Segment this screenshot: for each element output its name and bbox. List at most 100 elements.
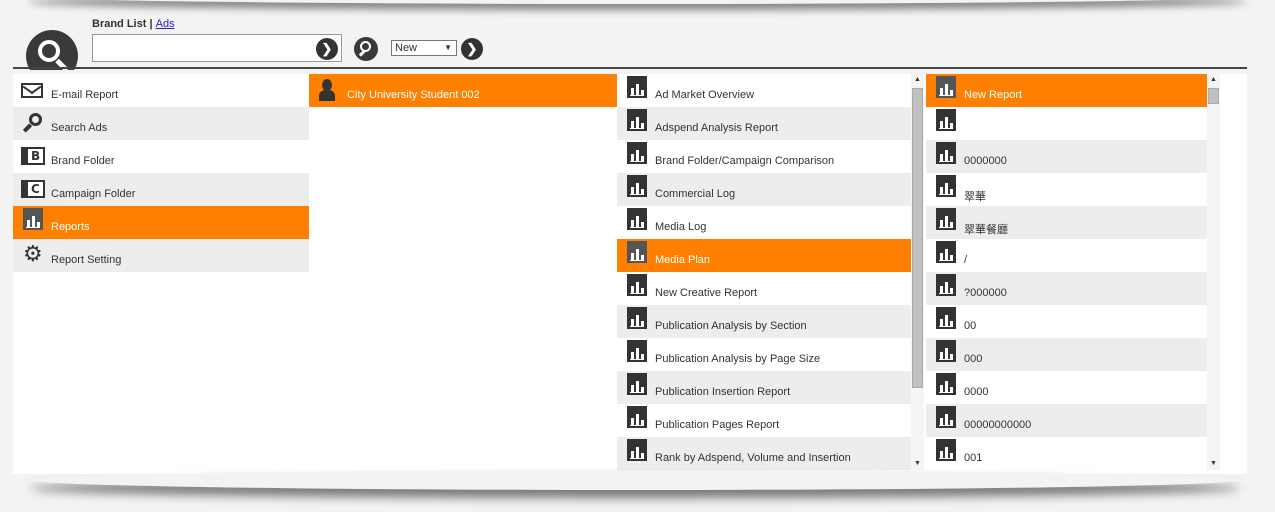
report-icon xyxy=(627,373,647,395)
link-separator: | xyxy=(149,18,153,30)
menu-item-label: E-mail Report xyxy=(51,89,119,101)
report-type-label: Rank by Adspend, Volume and Insertion xyxy=(655,452,851,464)
saved-report-item[interactable]: 翠華 xyxy=(926,173,1207,206)
saved-report-label: ?000000 xyxy=(964,287,1007,299)
report-type-item-selected[interactable]: Media Plan xyxy=(617,239,911,272)
scroll-thumb[interactable] xyxy=(1208,88,1219,104)
report-type-scrollbar[interactable]: ▲ ▼ xyxy=(911,74,924,470)
saved-report-item[interactable]: 00 xyxy=(926,305,1207,338)
report-icon xyxy=(936,373,956,395)
report-type-label: Media Plan xyxy=(655,254,711,266)
menu-item-brand-folder[interactable]: B Brand Folder xyxy=(13,140,309,173)
search-input[interactable] xyxy=(92,34,342,62)
saved-report-label: / xyxy=(964,254,968,266)
select-value: New xyxy=(395,42,418,54)
report-icon xyxy=(936,241,956,263)
dropdown-arrow-icon: ▼ xyxy=(444,43,452,52)
report-type-item[interactable]: Publication Analysis by Page Size xyxy=(617,338,911,371)
saved-report-item[interactable]: 0000 xyxy=(926,371,1207,404)
user-list: City University Student 002 xyxy=(309,74,617,107)
magnifier-icon xyxy=(22,113,43,133)
menu-item-report-setting[interactable]: ⚙ Report Setting xyxy=(13,239,309,272)
saved-report-item-selected[interactable]: New Report xyxy=(926,74,1207,107)
saved-report-list: New Report 0000000 翠華 翠華餐廳 / ?000000 00 … xyxy=(926,74,1207,470)
envelope-icon xyxy=(21,83,43,98)
report-type-label: Ad Market Overview xyxy=(655,89,755,101)
saved-report-label: 001 xyxy=(964,452,983,464)
scroll-up-icon[interactable]: ▲ xyxy=(1207,74,1220,86)
report-type-item[interactable]: Commercial Log xyxy=(617,173,911,206)
report-icon xyxy=(23,208,43,230)
report-icon xyxy=(936,340,956,362)
saved-report-scrollbar[interactable]: ▲ ▼ xyxy=(1207,74,1220,470)
saved-report-label: New Report xyxy=(964,89,1023,101)
report-type-item[interactable]: Publication Pages Report xyxy=(617,404,911,437)
brand-ads-links: Brand List | Ads xyxy=(92,18,175,30)
report-type-label: Brand Folder/Campaign Comparison xyxy=(655,155,835,167)
scroll-thumb[interactable] xyxy=(912,88,923,388)
report-icon xyxy=(627,142,647,164)
saved-report-item[interactable]: 0000000 xyxy=(926,140,1207,173)
report-type-list: Ad Market Overview Adspend Analysis Repo… xyxy=(617,74,911,470)
report-type-label: Publication Pages Report xyxy=(655,419,780,431)
menu-item-search-ads[interactable]: Search Ads xyxy=(13,107,309,140)
menu-item-label: Campaign Folder xyxy=(51,188,136,200)
report-type-item[interactable]: Rank by Adspend, Volume and Insertion xyxy=(617,437,911,470)
saved-report-item[interactable]: 翠華餐廳 xyxy=(926,206,1207,239)
report-icon xyxy=(627,241,647,263)
campaign-folder-icon: C xyxy=(21,180,45,198)
report-type-item[interactable]: Publication Analysis by Section xyxy=(617,305,911,338)
report-type-select[interactable]: New ▼ xyxy=(391,40,457,56)
report-icon xyxy=(627,439,647,461)
report-icon xyxy=(627,109,647,131)
brand-list-label[interactable]: Brand List xyxy=(92,18,146,30)
header-divider xyxy=(13,67,1247,69)
report-type-label: Publication Insertion Report xyxy=(655,386,791,398)
brand-folder-icon: B xyxy=(21,147,45,165)
menu-item-campaign-folder[interactable]: C Campaign Folder xyxy=(13,173,309,206)
saved-report-label: 00 xyxy=(964,320,977,332)
select-go-button[interactable]: ❯ xyxy=(461,38,483,60)
report-type-item[interactable]: Brand Folder/Campaign Comparison xyxy=(617,140,911,173)
report-type-item[interactable]: Publication Insertion Report xyxy=(617,371,911,404)
report-icon xyxy=(627,175,647,197)
saved-report-item[interactable]: 001 xyxy=(926,437,1207,470)
menu-item-label: Brand Folder xyxy=(51,155,115,167)
report-icon xyxy=(627,307,647,329)
report-icon xyxy=(936,175,956,197)
search-go-button[interactable]: ❯ xyxy=(316,38,338,60)
report-icon xyxy=(627,406,647,428)
report-type-item[interactable]: Media Log xyxy=(617,206,911,239)
report-type-label: Publication Analysis by Section xyxy=(655,320,807,332)
saved-report-item[interactable]: / xyxy=(926,239,1207,272)
report-icon xyxy=(936,274,956,296)
saved-report-label: 翠華餐廳 xyxy=(964,224,1008,236)
menu-item-email-report[interactable]: E-mail Report xyxy=(13,74,309,107)
menu-item-label: Search Ads xyxy=(51,122,108,134)
report-icon xyxy=(936,76,956,98)
scroll-down-icon[interactable]: ▼ xyxy=(911,458,924,470)
scroll-up-icon[interactable]: ▲ xyxy=(911,74,924,86)
ads-link[interactable]: Ads xyxy=(156,18,175,30)
gear-icon: ⚙ xyxy=(23,242,43,267)
menu-item-reports[interactable]: Reports xyxy=(13,206,309,239)
report-icon xyxy=(936,406,956,428)
report-type-label: Adspend Analysis Report xyxy=(655,122,778,134)
report-type-item[interactable]: Adspend Analysis Report xyxy=(617,107,911,140)
saved-report-item[interactable] xyxy=(926,107,1207,140)
saved-report-item[interactable]: 00000000000 xyxy=(926,404,1207,437)
saved-report-item[interactable]: 000 xyxy=(926,338,1207,371)
report-icon xyxy=(936,307,956,329)
saved-report-label: 000 xyxy=(964,353,983,365)
report-type-label: New Creative Report xyxy=(655,287,758,299)
search-logo-icon xyxy=(26,30,78,70)
user-item[interactable]: City University Student 002 xyxy=(309,74,617,107)
advanced-search-icon[interactable] xyxy=(354,37,378,61)
report-icon xyxy=(936,109,956,131)
report-type-item[interactable]: New Creative Report xyxy=(617,272,911,305)
scroll-down-icon[interactable]: ▼ xyxy=(1207,458,1220,470)
saved-report-item[interactable]: ?000000 xyxy=(926,272,1207,305)
report-icon xyxy=(627,76,647,98)
report-type-item[interactable]: Ad Market Overview xyxy=(617,74,911,107)
report-icon xyxy=(627,274,647,296)
